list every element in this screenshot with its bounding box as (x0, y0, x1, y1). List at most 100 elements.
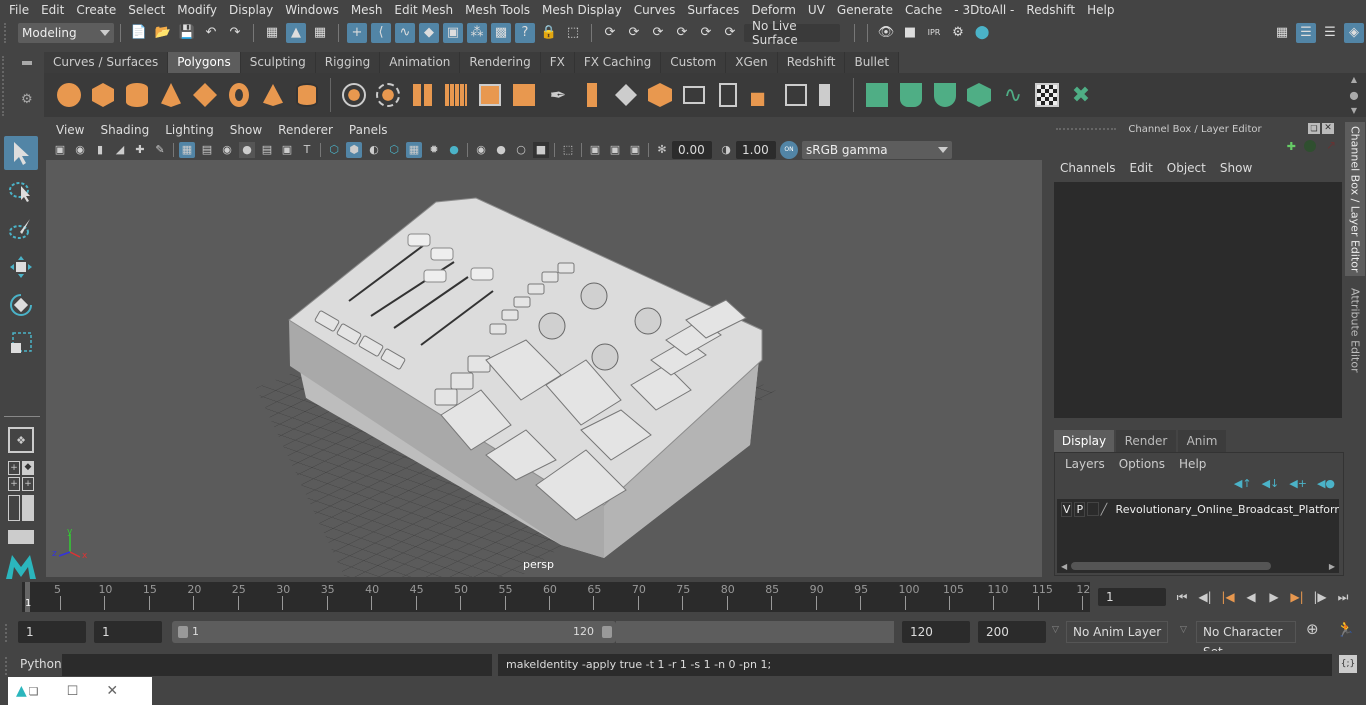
bridge-icon[interactable] (612, 81, 640, 109)
uv-editor-icon[interactable] (1033, 81, 1061, 109)
time-ruler[interactable]: 1 5 10 15 20 25 30 35 40 45 50 55 60 65 70 75 80 85 90 95 1… (22, 582, 1090, 612)
render-frame-icon[interactable]: ■ (900, 23, 920, 43)
select-tool-icon[interactable] (4, 136, 38, 170)
redo-icon[interactable]: ↷ (225, 23, 245, 43)
script-editor-icon[interactable]: {;} (1339, 655, 1357, 673)
shelf-tab-redshift[interactable]: Redshift (777, 52, 846, 73)
motion-blur-icon[interactable]: ● (493, 142, 509, 158)
menu-mesh-display[interactable]: Mesh Display (536, 3, 628, 17)
current-frame-value[interactable]: 1 (1098, 588, 1166, 606)
isolate-select-icon[interactable]: ⬚ (560, 142, 576, 158)
gamma-field[interactable]: 1.00 (736, 140, 776, 159)
live-surface-field[interactable]: No Live Surface (744, 19, 840, 47)
viewport-menu-panels[interactable]: Panels (341, 123, 396, 137)
shelf-tab-custom[interactable]: Custom (661, 52, 727, 73)
cleanup-icon[interactable] (510, 81, 538, 109)
help-icon[interactable]: ? (515, 22, 535, 43)
shelf-tab-rendering[interactable]: Rendering (460, 52, 541, 73)
shelf-tab-curves-surfaces[interactable]: Curves / Surfaces (44, 52, 169, 73)
new-layer-icon[interactable]: ◀+ (1289, 477, 1307, 490)
shelf-tab-animation[interactable]: Animation (380, 52, 461, 73)
fill-hole-icon[interactable] (680, 81, 708, 109)
render-preview-icon[interactable]: ▩ (491, 22, 511, 43)
symmetry-icon[interactable]: ⟳ (600, 23, 620, 43)
channel-box-toggle-icon[interactable]: ◈ (1344, 22, 1364, 43)
film-gate-icon[interactable]: ▤ (199, 142, 215, 158)
depth-of-field-icon[interactable]: ■ (533, 141, 549, 158)
go-to-start-icon[interactable]: ⏮ (1172, 588, 1192, 606)
select-object-icon[interactable]: ▲ (286, 22, 306, 43)
reduce-icon[interactable] (476, 81, 504, 109)
snap-together-icon[interactable]: ⟳ (672, 23, 692, 43)
drag-handle[interactable] (5, 624, 7, 642)
multi-cut-icon[interactable]: ✒ (544, 81, 572, 109)
step-forward-key-icon[interactable]: ▶| (1287, 588, 1307, 606)
frame-all-icon[interactable]: ▣ (627, 142, 643, 158)
gamma-icon[interactable]: ◑ (718, 142, 734, 158)
new-layer-selected-icon[interactable]: ◀● (1317, 477, 1335, 490)
layout-uv-icon[interactable]: ✖ (1067, 81, 1095, 109)
animation-end-field[interactable]: 200 (978, 621, 1046, 643)
layer-reference-toggle[interactable] (1087, 502, 1099, 516)
tool-settings-toggle-icon[interactable]: ☰ (1320, 23, 1340, 43)
range-start-handle[interactable] (178, 626, 188, 638)
menu-windows[interactable]: Windows (279, 3, 345, 17)
restore-icon[interactable]: ❏ (29, 685, 39, 698)
maximize-icon[interactable]: ☐ (67, 684, 79, 699)
xray-joints-icon[interactable]: ▣ (587, 142, 603, 158)
resolution-gate-icon[interactable]: ◉ (219, 142, 235, 158)
layer-tab-render[interactable]: Render (1116, 430, 1176, 452)
smooth-shade-icon[interactable]: ⬢ (346, 141, 362, 158)
magnet-icon[interactable]: ⟳ (696, 23, 716, 43)
shelf-menu-dot-icon[interactable]: ⬤ (1350, 91, 1359, 100)
float-panel-icon[interactable]: ❏ (1308, 123, 1320, 134)
separate-icon[interactable] (374, 81, 402, 109)
lasso-tool-icon[interactable] (4, 174, 38, 208)
step-back-frame-icon[interactable]: ◀| (1195, 588, 1215, 606)
poly-plane-icon[interactable] (191, 81, 219, 109)
animation-preferences-icon[interactable]: 🏃 (1336, 620, 1355, 638)
poly-sphere-icon[interactable] (55, 81, 83, 109)
auto-key-icon[interactable]: ⊕ (1306, 620, 1319, 638)
rotate-tool-icon[interactable] (4, 288, 38, 322)
grease-pencil-icon[interactable]: ✎ (152, 142, 168, 158)
step-back-key-icon[interactable]: |◀ (1218, 588, 1238, 606)
lights-icon[interactable]: ✹ (426, 142, 442, 158)
menu-display[interactable]: Display (223, 3, 279, 17)
play-backwards-icon[interactable]: ◀ (1241, 588, 1261, 606)
2d-pan-zoom-icon[interactable]: ✚ (132, 142, 148, 158)
channel-box-menu-object[interactable]: Object (1167, 161, 1206, 175)
hypershade-icon[interactable]: ⬤ (972, 23, 992, 43)
menu-edit[interactable]: Edit (35, 3, 70, 17)
safe-action-icon[interactable]: ▣ (279, 142, 295, 158)
merge-icon[interactable] (816, 81, 844, 109)
drag-handle[interactable] (4, 22, 12, 43)
wireframe-icon[interactable]: ⬡ (326, 142, 342, 158)
spherical-mapping-icon[interactable] (931, 81, 959, 109)
layer-menu-help[interactable]: Help (1179, 457, 1206, 471)
viewport-menu-lighting[interactable]: Lighting (157, 123, 222, 137)
anim-layer-dropdown[interactable]: No Anim Layer (1066, 621, 1168, 643)
snap-view-plane-icon[interactable]: ◆ (419, 22, 439, 43)
persp-graph-layout-icon[interactable] (4, 527, 38, 547)
ipr-render-icon[interactable]: IPR (924, 23, 944, 43)
menu-uv[interactable]: UV (802, 3, 831, 17)
drag-handle[interactable] (1056, 128, 1116, 130)
planar-mapping-icon[interactable] (863, 81, 891, 109)
extrude-icon[interactable] (578, 81, 606, 109)
soft-select-icon[interactable]: ⟳ (624, 23, 644, 43)
playback-end-field[interactable]: 120 (902, 621, 970, 643)
range-slider-track[interactable] (616, 621, 894, 643)
open-scene-icon[interactable]: 📂 (153, 23, 173, 43)
menu-curves[interactable]: Curves (628, 3, 682, 17)
current-frame-field[interactable]: 1 (1098, 588, 1166, 606)
anti-aliasing-icon[interactable]: ○ (513, 142, 529, 158)
viewport-menu-show[interactable]: Show (222, 123, 270, 137)
bookmark-icon[interactable]: ▮ (92, 142, 108, 158)
viewport-menu-renderer[interactable]: Renderer (270, 123, 341, 137)
append-polygon-icon[interactable] (782, 81, 810, 109)
save-scene-icon[interactable]: 💾 (177, 23, 197, 43)
image-plane-icon[interactable]: ◢ (112, 142, 128, 158)
menu-redshift[interactable]: Redshift (1020, 3, 1081, 17)
make-live-icon[interactable]: ▣ (443, 22, 463, 43)
